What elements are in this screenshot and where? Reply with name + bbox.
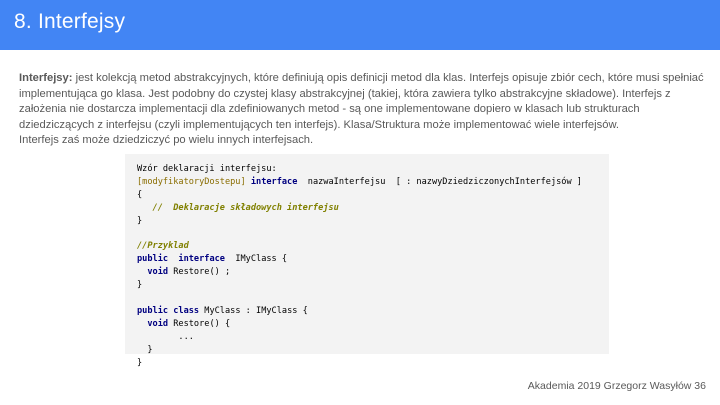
description-line-4: dziedziczących z interfejsu (czyli imple… (19, 118, 620, 131)
code-keyword: public (137, 254, 169, 265)
code-keyword: public (137, 305, 169, 316)
description-line-5: Interfejs zaś może dziedziczyć po wielu … (19, 134, 314, 147)
code-keyword: interface (250, 176, 298, 187)
code-listing: Wzór deklaracji interfejsu: [modyfikator… (137, 163, 582, 370)
code-keyword: class (173, 305, 200, 316)
description-line-1: jest kolekcją metod abstrakcyjnych, któr… (72, 72, 704, 84)
code-line: ... (137, 331, 194, 342)
code-keyword: void (147, 267, 169, 278)
code-text: MyClass : IMyClass { (199, 305, 308, 316)
code-comment: // Deklaracje składowych interfejsu (137, 202, 339, 213)
code-line: } (137, 344, 153, 355)
code-line: } (137, 357, 143, 368)
title-bar: 8. Interfejsy (0, 0, 720, 50)
code-text: IMyClass { (224, 254, 288, 265)
code-text: Restore() ; (168, 267, 231, 278)
code-keyword: void (147, 318, 169, 329)
slide-footer: Akademia 2019 Grzegorz Wasyłów 36 (527, 380, 706, 392)
code-text: Restore() { (168, 318, 231, 329)
code-keyword: interface (178, 254, 225, 265)
description-line-3: założenia nie dostarcza implementacji dl… (19, 103, 640, 116)
description-paragraph: Interfejsy: jest kolekcją metod abstrakc… (19, 71, 709, 149)
code-line: Wzór deklaracji interfejsu: (137, 164, 277, 174)
code-modifier: [modyfikatoryDostepu] (137, 176, 246, 187)
description-line-2: implementująca go klasa. Jest podobny do… (19, 87, 671, 100)
code-line: } (137, 215, 143, 226)
code-line: } (137, 280, 143, 291)
slide-title: 8. Interfejsy (14, 10, 126, 33)
code-text: nazwaInterfejsu [ : nazwyDziedziczonychI… (297, 176, 582, 187)
term-label: Interfejsy: (19, 72, 73, 84)
code-line: { (137, 189, 143, 200)
code-comment: //Przyklad (137, 241, 189, 252)
